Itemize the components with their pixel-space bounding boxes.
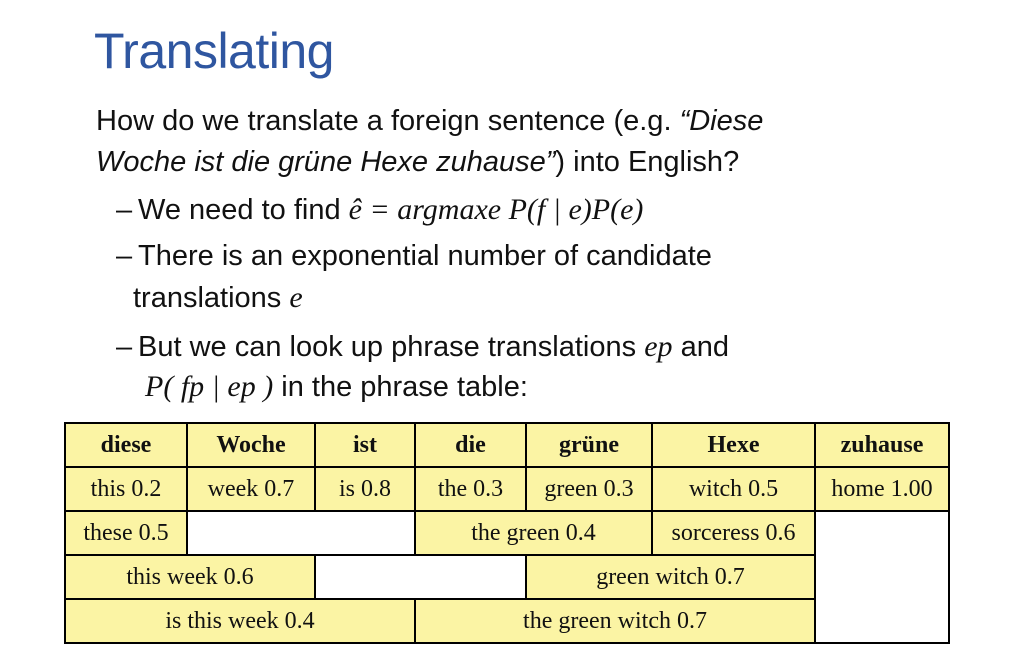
empty-cell	[314, 554, 527, 600]
table-cell: is 0.8	[314, 466, 416, 512]
table-cell: green 0.3	[525, 466, 653, 512]
intro-text-end: ) into English?	[555, 146, 740, 178]
bullet-3-cont: P( fp | ep ) in the phrase table:	[145, 370, 528, 404]
variable-e: e	[289, 281, 303, 314]
empty-cell	[814, 510, 950, 644]
bullet-2: – There is an exponential number of candi…	[116, 240, 712, 273]
intro-line-2: Woche ist die grüne Hexe zuhause”) into …	[96, 146, 739, 179]
bullet-dash: –	[116, 331, 133, 363]
bullet-2-text: There is an exponential number of candid…	[138, 240, 712, 272]
table-cell: is this week 0.4	[64, 598, 416, 644]
bullet-2-cont: translations e	[133, 281, 303, 315]
phrase-probability: P( fp | ep )	[145, 370, 274, 403]
table-cell: the green 0.4	[414, 510, 653, 556]
bullet-3: – But we can look up phrase translations …	[116, 330, 729, 364]
argmax-formula: ê = argmaxe P(f | e)P(e)	[348, 193, 644, 226]
header-cell: Hexe	[651, 422, 816, 468]
header-cell: die	[414, 422, 527, 468]
table-cell: sorceress 0.6	[651, 510, 816, 556]
table-cell: green witch 0.7	[525, 554, 816, 600]
intro-text: How do we translate a foreign sentence (…	[96, 105, 680, 137]
header-cell: zuhause	[814, 422, 950, 468]
table-cell: witch 0.5	[651, 466, 816, 512]
table-cell: this 0.2	[64, 466, 188, 512]
slide: Translating How do we translate a foreig…	[0, 0, 1021, 667]
table-row: these 0.5 the green 0.4 sorceress 0.6	[64, 510, 950, 644]
example-sentence-start: “Diese	[679, 105, 764, 137]
bullet-1: – We need to find ê = argmaxe P(f | e)P(e…	[116, 193, 643, 227]
table-cell: home 1.00	[814, 466, 950, 512]
slide-title: Translating	[94, 23, 334, 79]
table-header-row: diese Woche ist die grüne Hexe zuhause	[64, 422, 950, 468]
bullet-2-text-cont: translations	[133, 282, 290, 314]
table-cell: this week 0.6	[64, 554, 316, 600]
empty-cell	[186, 510, 416, 556]
bullet-3-text-end: in the phrase table:	[273, 371, 528, 403]
bullet-3-and: and	[672, 331, 729, 363]
header-cell: diese	[64, 422, 188, 468]
bullet-1-text: We need to find	[138, 194, 349, 226]
table-cell: the 0.3	[414, 466, 527, 512]
variable-ep: ep	[644, 330, 673, 363]
phrase-table: diese Woche ist die grüne Hexe zuhause t…	[64, 422, 950, 644]
header-cell: ist	[314, 422, 416, 468]
bullet-dash: –	[116, 240, 133, 272]
bullet-dash: –	[116, 194, 133, 226]
example-sentence-end: Woche ist die grüne Hexe zuhause”	[96, 146, 556, 178]
table-row: this 0.2 week 0.7 is 0.8 the 0.3 green 0…	[64, 466, 950, 512]
table-cell: these 0.5	[64, 510, 188, 556]
bullet-3-text: But we can look up phrase translations	[138, 331, 645, 363]
table-cell: week 0.7	[186, 466, 316, 512]
header-cell: grüne	[525, 422, 653, 468]
intro-line-1: How do we translate a foreign sentence (…	[96, 105, 763, 138]
header-cell: Woche	[186, 422, 316, 468]
table-cell: the green witch 0.7	[414, 598, 816, 644]
